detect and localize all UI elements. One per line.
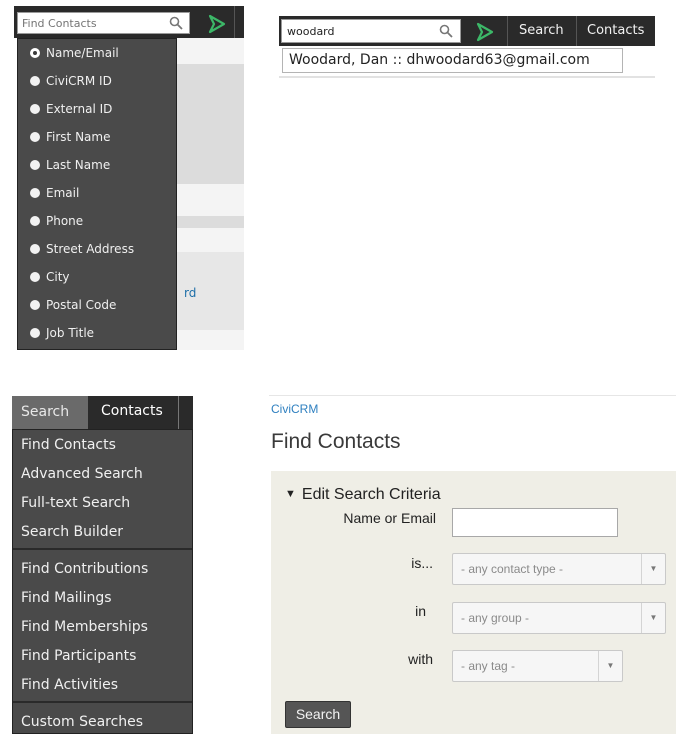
search-option-email[interactable]: Email bbox=[18, 179, 176, 207]
group-value: - any group - bbox=[461, 611, 530, 625]
menu-item-find-activities[interactable]: Find Activities bbox=[13, 670, 192, 699]
menu-item-find-contributions[interactable]: Find Contributions bbox=[13, 554, 192, 583]
name-or-email-label: Name or Email bbox=[343, 510, 436, 526]
find-contacts-page: CiviCRM Find Contacts ▼ Edit Search Crite… bbox=[269, 395, 676, 734]
menu-item-find-memberships[interactable]: Find Memberships bbox=[13, 612, 192, 641]
chevron-down-icon: ▼ bbox=[641, 554, 665, 584]
quick-search-autocomplete-panel: Search Contacts Woodard, Dan :: dhwoodar… bbox=[279, 16, 655, 78]
navbar-separator bbox=[507, 16, 508, 46]
search-option-phone[interactable]: Phone bbox=[18, 207, 176, 235]
menu-divider bbox=[13, 548, 192, 550]
search-option-label: Last Name bbox=[46, 158, 111, 172]
search-option-label: Email bbox=[46, 186, 80, 200]
tag-label: with bbox=[408, 651, 433, 667]
page-title: Find Contacts bbox=[271, 430, 401, 453]
radio-icon[interactable] bbox=[30, 132, 40, 142]
section-title: Edit Search Criteria bbox=[301, 486, 441, 503]
autocomplete-suggestion[interactable]: Woodard, Dan :: dhwoodard63@gmail.com bbox=[282, 48, 623, 73]
menu-item-advanced-search[interactable]: Advanced Search bbox=[13, 459, 192, 488]
quick-search-dropdown-panel: rd Name/Email CiviCRM ID External ID First … bbox=[14, 6, 244, 350]
menu-item-find-participants[interactable]: Find Participants bbox=[13, 641, 192, 670]
group-label: in bbox=[415, 603, 426, 619]
search-dropdown-menu: Find Contacts Advanced Search Full-text Se… bbox=[12, 429, 193, 734]
group-select[interactable]: - any group - ▼ bbox=[452, 602, 666, 634]
search-button[interactable]: Search bbox=[285, 701, 351, 728]
page-background-block bbox=[174, 64, 244, 184]
menu-item-search-builder[interactable]: Search Builder bbox=[13, 517, 192, 546]
menu-item-find-mailings[interactable]: Find Mailings bbox=[13, 583, 192, 612]
navbar-separator bbox=[234, 6, 235, 38]
radio-icon[interactable] bbox=[30, 328, 40, 338]
navbar bbox=[14, 6, 244, 38]
search-option-label: First Name bbox=[46, 130, 111, 144]
civicrm-logo-icon[interactable] bbox=[475, 22, 495, 42]
menu-item-custom-searches[interactable]: Custom Searches bbox=[13, 707, 192, 734]
quick-search-input[interactable] bbox=[17, 12, 190, 34]
quick-search-input[interactable] bbox=[281, 19, 461, 43]
radio-icon[interactable] bbox=[30, 244, 40, 254]
search-option-label: Name/Email bbox=[46, 46, 119, 60]
breadcrumb[interactable]: CiviCRM bbox=[271, 402, 318, 416]
search-option-job-title[interactable]: Job Title bbox=[18, 319, 176, 347]
name-or-email-field[interactable] bbox=[452, 508, 618, 537]
search-option-postal-code[interactable]: Postal Code bbox=[18, 291, 176, 319]
search-option-label: External ID bbox=[46, 102, 113, 116]
caret-down-icon: ▼ bbox=[285, 488, 296, 500]
chevron-down-icon: ▼ bbox=[641, 603, 665, 633]
search-option-civicrm-id[interactable]: CiviCRM ID bbox=[18, 67, 176, 95]
search-icon[interactable] bbox=[439, 24, 453, 38]
radio-icon[interactable] bbox=[30, 272, 40, 282]
nav-contacts[interactable]: Contacts bbox=[587, 23, 644, 38]
edit-search-criteria-toggle[interactable]: ▼ Edit Search Criteria bbox=[285, 486, 441, 504]
radio-icon[interactable] bbox=[30, 300, 40, 310]
search-option-label: Postal Code bbox=[46, 298, 117, 312]
contact-type-label: is... bbox=[411, 555, 433, 571]
search-option-first-name[interactable]: First Name bbox=[18, 123, 176, 151]
search-option-label: Phone bbox=[46, 214, 84, 228]
quick-search-options-menu: Name/Email CiviCRM ID External ID First Nam… bbox=[17, 38, 177, 350]
page-background-block bbox=[174, 216, 244, 228]
search-option-street-address[interactable]: Street Address bbox=[18, 235, 176, 263]
nav-contacts-tab[interactable]: Contacts bbox=[101, 403, 163, 419]
divider bbox=[279, 76, 655, 78]
search-option-external-id[interactable]: External ID bbox=[18, 95, 176, 123]
navbar: Search Contacts bbox=[12, 396, 193, 429]
nav-search-tab[interactable]: Search bbox=[12, 396, 88, 429]
background-link-fragment[interactable]: rd bbox=[184, 286, 196, 300]
radio-icon[interactable] bbox=[30, 104, 40, 114]
divider bbox=[269, 395, 676, 396]
search-option-label: Job Title bbox=[46, 326, 95, 340]
search-option-city[interactable]: City bbox=[18, 263, 176, 291]
nav-search[interactable]: Search bbox=[519, 23, 564, 38]
contact-type-select[interactable]: - any contact type - ▼ bbox=[452, 553, 666, 585]
radio-selected-icon[interactable] bbox=[30, 48, 40, 58]
menu-item-find-contacts[interactable]: Find Contacts bbox=[13, 430, 192, 459]
radio-icon[interactable] bbox=[30, 216, 40, 226]
contact-type-value: - any contact type - bbox=[461, 562, 564, 576]
search-option-label: Street Address bbox=[46, 242, 135, 256]
civicrm-logo-icon[interactable] bbox=[207, 14, 227, 34]
radio-icon[interactable] bbox=[30, 160, 40, 170]
tag-select[interactable]: - any tag - ▼ bbox=[452, 650, 623, 682]
tag-value: - any tag - bbox=[461, 659, 516, 673]
navbar-separator bbox=[178, 396, 179, 429]
navbar: Search Contacts bbox=[279, 16, 655, 46]
search-icon[interactable] bbox=[169, 16, 183, 30]
navbar-separator bbox=[576, 16, 577, 46]
chevron-down-icon: ▼ bbox=[598, 651, 622, 681]
search-menu-panel: Search Contacts Find Contacts Advanced Se… bbox=[12, 396, 193, 734]
search-option-label: City bbox=[46, 270, 70, 284]
radio-icon[interactable] bbox=[30, 188, 40, 198]
menu-divider bbox=[13, 701, 192, 703]
menu-item-full-text-search[interactable]: Full-text Search bbox=[13, 488, 192, 517]
search-option-last-name[interactable]: Last Name bbox=[18, 151, 176, 179]
radio-icon[interactable] bbox=[30, 76, 40, 86]
search-option-name-email[interactable]: Name/Email bbox=[18, 39, 176, 67]
search-option-label: CiviCRM ID bbox=[46, 74, 112, 88]
